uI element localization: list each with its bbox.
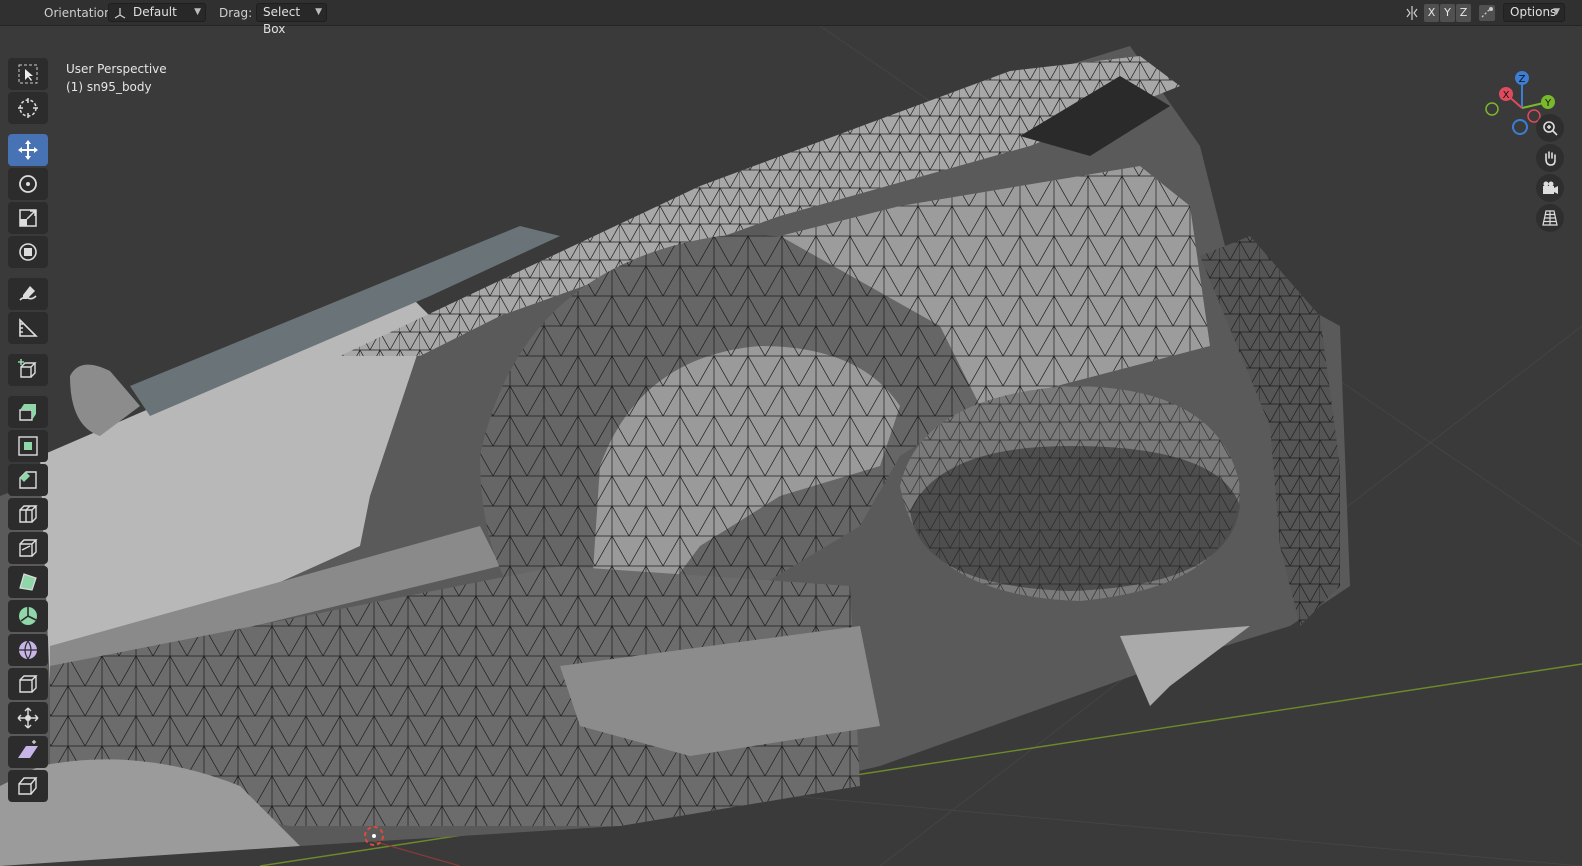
gizmo-x-label: X [1503,90,1510,101]
grid-perspective-icon [1542,210,1558,226]
tool-poly-build[interactable] [8,566,48,598]
edge-slide-icon [19,675,38,693]
chevron-down-icon: ▼ [1553,7,1560,17]
poly-build-icon [19,573,37,591]
zoom-button[interactable] [1536,114,1564,142]
tool-scale[interactable] [8,202,48,234]
pan-hand-icon [1545,151,1556,166]
gizmo-neg-z [1512,119,1528,135]
camera-view-button[interactable] [1536,174,1564,202]
options-label: Options [1510,5,1557,19]
spin-icon [19,607,37,625]
measure-icon [19,318,38,337]
mirror-z-toggle[interactable]: Z [1456,4,1471,22]
knife-icon [19,539,38,557]
mirror-x-toggle[interactable]: X [1424,4,1439,22]
move-icon [18,140,38,160]
shrink-fatten-icon [17,707,39,729]
bevel-icon [19,471,37,489]
add-cube-icon [18,359,37,378]
mirror-y-toggle[interactable]: Y [1440,4,1455,22]
tool-move[interactable] [8,134,48,166]
options-dropdown[interactable]: Options ▼ [1503,3,1565,22]
inset-icon [18,436,38,456]
zoom-icon [1543,121,1558,136]
extrude-icon [19,404,36,421]
tool-inset-faces[interactable] [8,430,48,462]
tool-spin[interactable] [8,600,48,632]
mirror-icon[interactable] [1404,5,1420,21]
pan-button[interactable] [1536,144,1564,172]
chin-spoiler [1120,626,1250,706]
orientation-dropdown[interactable]: Default ▼ [108,3,206,22]
auto-merge-icon[interactable] [1478,4,1496,22]
cursor-icon [18,98,38,118]
viewport-header: Orientation: Default ▼ Drag: Select Box … [0,0,1582,36]
tool-annotate[interactable] [8,278,48,310]
smooth-icon [19,640,37,660]
rip-region-icon [18,777,38,795]
drag-dropdown[interactable]: Select Box ▼ [256,3,327,36]
shear-icon [18,740,38,758]
perspective-toggle-button[interactable] [1536,204,1564,232]
gizmo-z-label: Z [1519,74,1526,85]
tool-rotate[interactable] [8,168,48,200]
tool-cursor[interactable] [8,92,48,124]
tool-transform[interactable] [8,236,48,268]
tool-select-box[interactable] [8,58,48,90]
object-name: (1) sn95_body [66,80,152,94]
rotate-icon [19,175,37,193]
tool-extrude-region[interactable] [8,396,48,428]
view-name: User Perspective [66,62,167,76]
tool-smooth[interactable] [8,634,48,666]
chevron-down-icon: ▼ [315,7,322,17]
select-box-icon [18,64,38,84]
tool-bevel[interactable] [8,464,48,496]
loop-cut-icon [19,505,38,523]
chevron-down-icon: ▼ [194,7,201,17]
gizmo-y-label: Y [1544,98,1552,109]
gizmo-neg-y [1485,102,1499,116]
camera-icon [1543,181,1558,194]
transform-icon [19,243,37,261]
3d-viewport[interactable]: User Perspective (1) sn95_body Z Y X [0,26,1582,866]
drag-label: Drag: [219,6,253,20]
orientation-label: Orientation: [44,6,116,20]
tool-rip-region[interactable] [8,770,48,802]
tool-measure[interactable] [8,312,48,344]
tool-add-cube[interactable] [8,354,48,386]
tool-knife[interactable] [8,532,48,564]
annotate-icon [19,286,37,301]
mesh-scene[interactable] [0,26,1582,866]
tool-shrink-fatten[interactable] [8,702,48,734]
orientation-gizmo-icon [114,8,126,19]
viewport-info: User Perspective (1) sn95_body [66,60,167,96]
tool-shear[interactable] [8,736,48,768]
tool-loop-cut[interactable] [8,498,48,530]
tool-edge-slide[interactable] [8,668,48,700]
scale-icon [19,209,37,227]
orientation-value: Default [133,5,177,19]
